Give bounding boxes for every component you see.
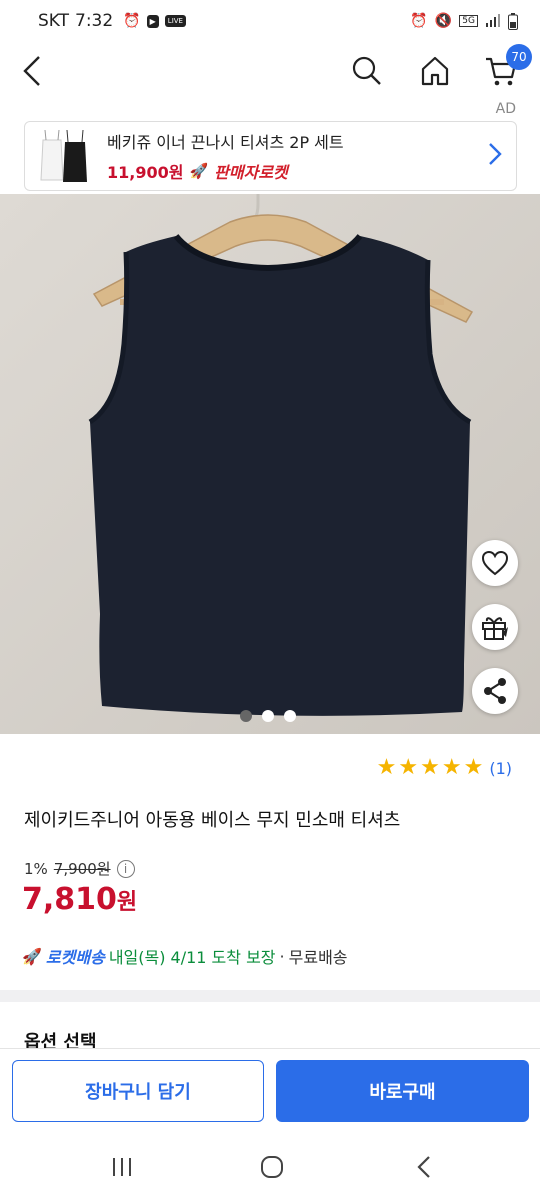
delivery-info: 🚀 로켓배송 내일(목) 4/11 도착 보장 · 무료배송 [22, 944, 348, 968]
carrier: SKT [38, 11, 70, 31]
back-nav-icon [417, 1156, 430, 1178]
options-title: 옵션 선택 [24, 1032, 97, 1048]
cart-button[interactable]: 70 [480, 44, 532, 92]
ad-banner[interactable]: 베키쥬 이너 끈나시 티셔츠 2P 세트 11,900원 🚀 판매자로켓 [24, 121, 517, 191]
cart-count-badge: 70 [506, 44, 532, 70]
rocket-icon: 🚀 [22, 946, 42, 966]
info-icon[interactable]: i [116, 859, 135, 878]
ad-thumbnail [33, 128, 93, 184]
share-icon [484, 678, 506, 704]
product-title: 제이키드주니어 아동용 베이스 무지 민소매 티셔츠 [24, 810, 401, 831]
alarm-icon: ⏰ [410, 13, 428, 29]
alarm-icon: ⏰ [123, 13, 141, 29]
rocket-delivery-label: 로켓배송 [45, 948, 105, 967]
arrival-guarantee: 내일(목) 4/11 도착 보장 [108, 948, 276, 967]
review-count[interactable]: (1) [489, 759, 512, 778]
ad-title: 베키쥬 이너 끈나시 티셔츠 2P 세트 [107, 133, 344, 152]
system-navigation-bar [0, 1132, 540, 1200]
star-icon: ★ [441, 755, 462, 780]
buy-now-button[interactable]: 바로구매 [276, 1060, 529, 1122]
section-divider [0, 990, 540, 1002]
product-photo [0, 194, 540, 734]
ad-price: 11,900원 [107, 163, 184, 182]
status-bar: SKT 7:32 ⏰ ▶ LIVE ⏰ 🔇 5G [0, 0, 540, 42]
separator: · [279, 946, 285, 966]
star-icon: ★ [398, 755, 419, 780]
discount-rate: 1% [24, 859, 48, 878]
gift-button[interactable] [472, 604, 518, 650]
share-button[interactable] [472, 668, 518, 714]
top-app-bar: 70 [0, 42, 540, 98]
home-nav-icon [261, 1156, 283, 1178]
sale-price: 7,810원 [22, 882, 137, 917]
back-nav-button[interactable] [404, 1152, 444, 1182]
clock: 7:32 [75, 11, 114, 31]
search-icon [352, 56, 381, 85]
gallery-dot[interactable] [284, 710, 296, 722]
sale-price-unit: 원 [116, 890, 138, 915]
recent-apps-button[interactable] [102, 1152, 142, 1182]
sale-price-value: 7,810 [22, 882, 117, 917]
product-rating[interactable]: ★ ★ ★ ★ ★ (1) [377, 757, 512, 779]
star-icon: ★ [376, 755, 397, 780]
chevron-right-icon [488, 142, 502, 170]
rocket-icon: 🚀 [189, 162, 209, 180]
back-button[interactable] [12, 50, 54, 92]
home-button[interactable] [414, 50, 456, 92]
home-nav-button[interactable] [252, 1152, 292, 1182]
back-arrow-icon [23, 56, 40, 86]
star-icon: ★ [463, 755, 484, 780]
free-shipping: 무료배송 [288, 948, 348, 967]
gallery-pagination [240, 710, 296, 722]
gift-icon [482, 617, 508, 640]
wishlist-button[interactable] [472, 540, 518, 586]
discount-row: 1% 7,900원 i [24, 858, 135, 879]
seller-rocket-badge: 판매자로켓 [214, 163, 288, 182]
product-image-gallery[interactable] [0, 194, 540, 734]
add-to-cart-button[interactable]: 장바구니 담기 [12, 1060, 264, 1122]
live-icon: LIVE [164, 15, 186, 27]
home-icon [421, 56, 449, 86]
signal-icon [486, 14, 500, 27]
original-price: 7,900원 [53, 860, 111, 878]
battery-icon [508, 12, 518, 30]
gallery-dot[interactable] [240, 710, 252, 722]
search-button[interactable] [346, 50, 388, 92]
gallery-dot[interactable] [262, 710, 274, 722]
recent-apps-icon [113, 1158, 131, 1176]
bottom-action-bar: 장바구니 담기 바로구매 [0, 1048, 540, 1132]
network-icon: 5G [459, 15, 478, 27]
ad-label: AD [495, 101, 516, 117]
heart-icon [481, 550, 509, 576]
youtube-icon: ▶ [146, 14, 159, 28]
star-icon: ★ [420, 755, 440, 780]
mute-icon: 🔇 [434, 13, 453, 29]
